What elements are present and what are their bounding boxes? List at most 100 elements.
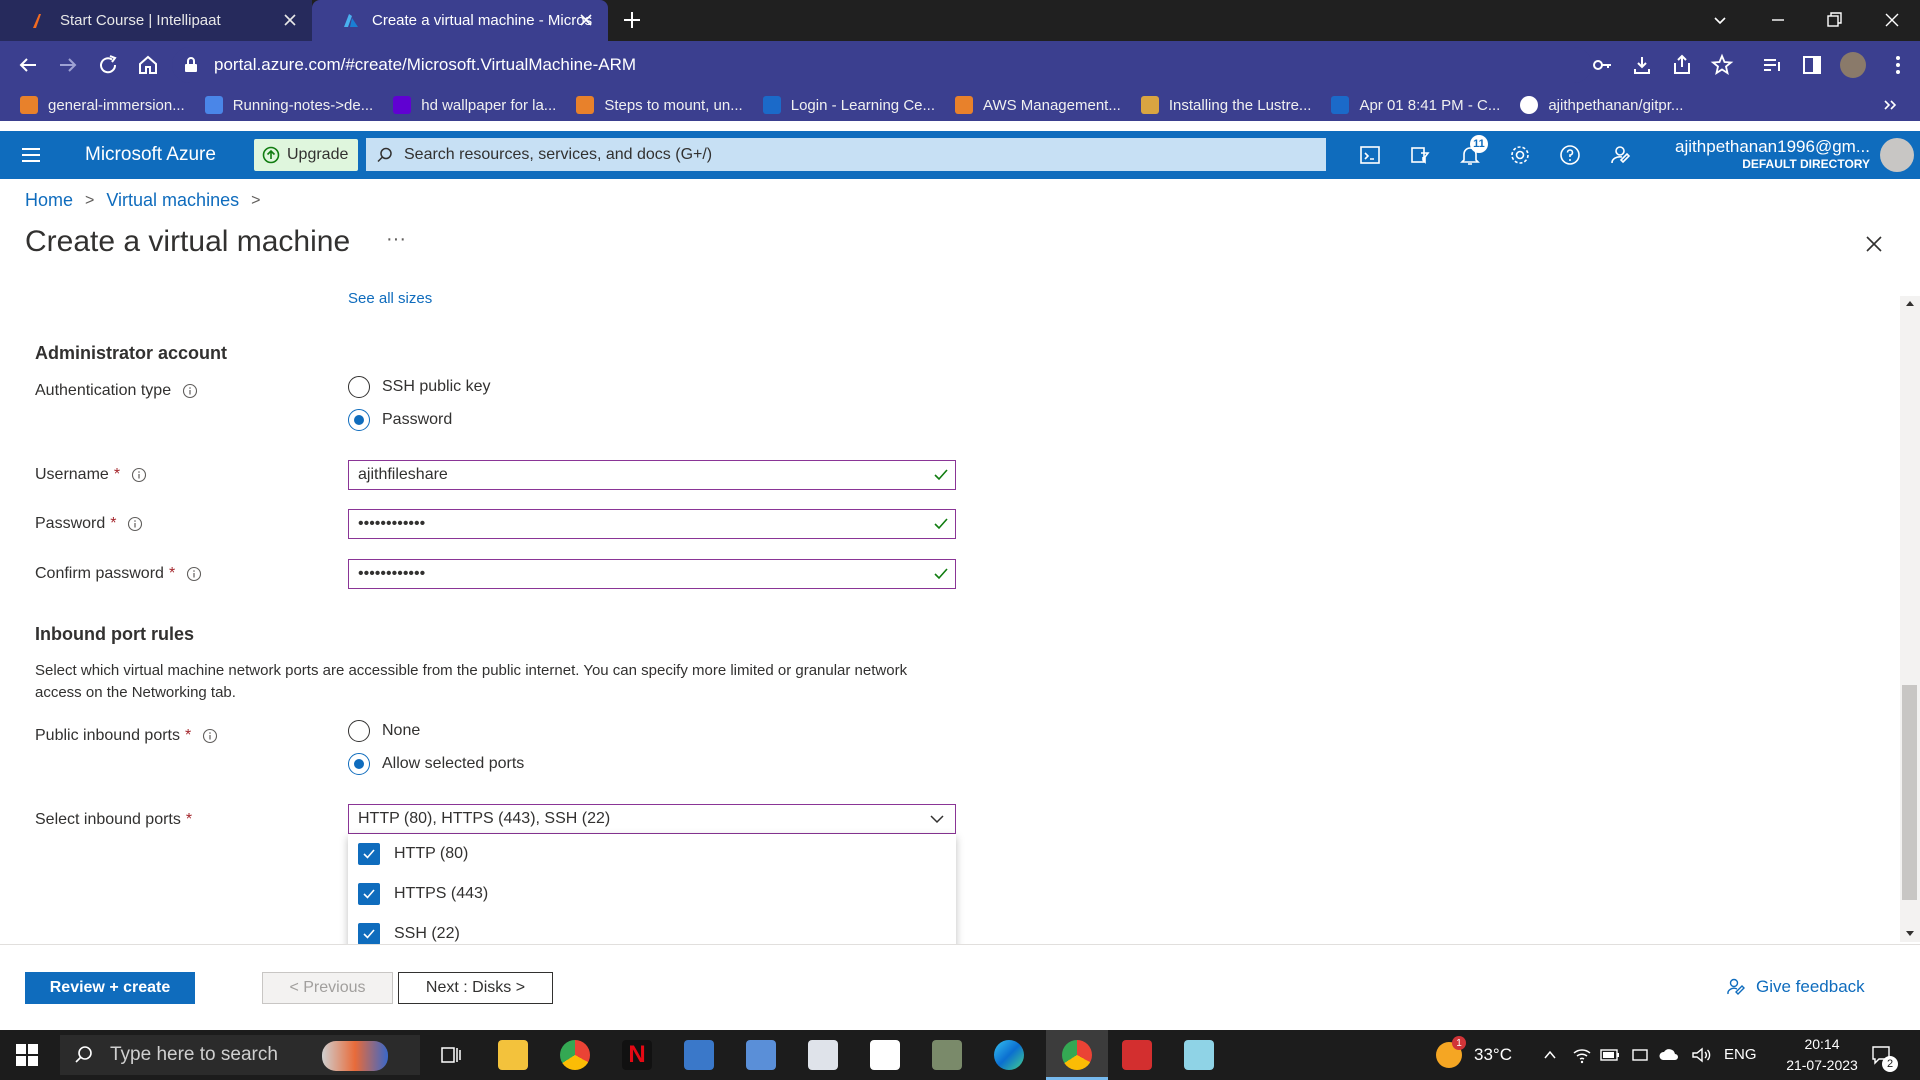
azure-brand[interactable]: Microsoft Azure	[85, 144, 216, 166]
auth-ssh-key-radio[interactable]: SSH public key	[348, 376, 491, 398]
confirm-password-field[interactable]: ••••••••••••	[348, 559, 956, 589]
give-feedback-link[interactable]: Give feedback	[1726, 977, 1865, 997]
pdf-app-icon[interactable]	[1122, 1040, 1152, 1070]
bookmark-item[interactable]: Installing the Lustre...	[1140, 96, 1311, 114]
chrome-active-icon[interactable]	[1062, 1040, 1092, 1070]
menu-kebab-icon[interactable]	[1886, 53, 1910, 77]
share-icon[interactable]	[1670, 53, 1694, 77]
back-icon[interactable]	[16, 53, 40, 77]
install-app-icon[interactable]	[1630, 53, 1654, 77]
info-icon[interactable]	[202, 728, 218, 744]
new-tab-icon[interactable]	[620, 8, 644, 32]
bookmark-item[interactable]: AWS Management...	[955, 96, 1121, 114]
forward-icon[interactable]	[56, 53, 80, 77]
bookmark-item[interactable]: ajithpethanan/gitpr...	[1520, 96, 1683, 114]
public-ports-allow-radio[interactable]: Allow selected ports	[348, 753, 524, 775]
bookmark-item[interactable]: Login - Learning Ce...	[762, 96, 935, 114]
username-field[interactable]: ajithfileshare	[348, 460, 956, 490]
clock[interactable]: 20:14 21-07-2023	[1786, 1034, 1858, 1076]
directory-filter-icon[interactable]	[1408, 143, 1432, 167]
public-ports-none-radio[interactable]: None	[348, 720, 420, 742]
checkbox-checked[interactable]	[358, 923, 380, 945]
see-all-sizes-link[interactable]: See all sizes	[348, 290, 432, 307]
info-icon[interactable]	[182, 383, 198, 399]
radio-circle[interactable]	[348, 376, 370, 398]
temperature[interactable]: 33°C	[1474, 1045, 1512, 1065]
reading-list-icon[interactable]	[1760, 53, 1784, 77]
minimize-icon[interactable]	[1766, 8, 1790, 32]
microsoft-store-icon[interactable]	[870, 1040, 900, 1070]
inbound-ports-dropdown[interactable]: HTTP (80), HTTPS (443), SSH (22)	[348, 804, 956, 834]
bookmark-item[interactable]: Apr 01 8:41 PM - C...	[1331, 96, 1500, 114]
checkbox-checked[interactable]	[358, 883, 380, 905]
previous-button[interactable]: < Previous	[262, 972, 393, 1004]
radio-circle-selected[interactable]	[348, 409, 370, 431]
restore-icon[interactable]	[1822, 8, 1846, 32]
info-icon[interactable]	[127, 516, 143, 532]
scroll-down-arrow-icon[interactable]	[1905, 930, 1915, 938]
windows-start-icon[interactable]	[16, 1044, 38, 1066]
reload-icon[interactable]	[96, 53, 120, 77]
option-https[interactable]: HTTPS (443)	[358, 883, 488, 905]
scroll-up-arrow-icon[interactable]	[1905, 299, 1915, 307]
profile-avatar[interactable]	[1840, 52, 1866, 78]
account-avatar[interactable]	[1880, 138, 1914, 172]
taskbar-search-box[interactable]: Type here to search	[60, 1035, 420, 1075]
bookmark-star-icon[interactable]	[1710, 53, 1734, 77]
cloud-shell-icon[interactable]	[1358, 143, 1382, 167]
scrollbar-thumb[interactable]	[1902, 685, 1917, 900]
netflix-icon[interactable]: N	[622, 1040, 652, 1070]
chevron-down-icon[interactable]	[929, 813, 945, 825]
radio-circle-selected[interactable]	[348, 753, 370, 775]
help-question-icon[interactable]	[1558, 143, 1582, 167]
address-bar[interactable]: portal.azure.com/#create/Microsoft.Virtu…	[172, 47, 1592, 83]
browser-tab-azure[interactable]: Create a virtual machine - Micros	[312, 0, 608, 41]
meet-now-icon[interactable]	[1630, 1045, 1650, 1065]
task-view-icon[interactable]	[436, 1040, 466, 1070]
bookmark-item[interactable]: Steps to mount, un...	[576, 96, 743, 114]
bookmark-item[interactable]: general-immersion...	[20, 96, 185, 114]
bookmark-item[interactable]: hd wallpaper for la...	[393, 96, 556, 114]
global-search-input[interactable]: Search resources, services, and docs (G+…	[366, 138, 1326, 171]
chrome-icon[interactable]	[560, 1040, 590, 1070]
language-indicator[interactable]: ENG	[1724, 1046, 1757, 1063]
bookmark-item[interactable]: Running-notes->de...	[204, 96, 373, 114]
volume-icon[interactable]	[1690, 1045, 1712, 1065]
remote-desktop-icon[interactable]	[746, 1040, 776, 1070]
close-tab-icon[interactable]	[578, 12, 594, 28]
edge-icon[interactable]	[994, 1040, 1024, 1070]
more-options-button[interactable]: ···	[386, 228, 406, 251]
account-menu[interactable]: ajithpethanan1996@gm... DEFAULT DIRECTOR…	[1675, 137, 1870, 171]
checkbox-checked[interactable]	[358, 843, 380, 865]
password-field[interactable]: ••••••••••••	[348, 509, 956, 539]
password-key-icon[interactable]	[1590, 53, 1614, 77]
radio-circle[interactable]	[348, 720, 370, 742]
breadcrumb-home[interactable]: Home	[25, 190, 73, 211]
side-panel-icon[interactable]	[1800, 53, 1824, 77]
close-blade-icon[interactable]	[1864, 234, 1884, 254]
onedrive-cloud-icon[interactable]	[1658, 1045, 1680, 1065]
upgrade-button[interactable]: Upgrade	[254, 139, 359, 171]
terminal-app-icon[interactable]	[808, 1040, 838, 1070]
browser-tab-intellipaat[interactable]: Start Course | Intellipaat	[0, 0, 312, 41]
home-icon[interactable]	[136, 53, 160, 77]
wifi-icon[interactable]	[1572, 1045, 1592, 1065]
battery-icon[interactable]	[1600, 1047, 1620, 1063]
close-window-icon[interactable]	[1880, 8, 1904, 32]
lock-icon[interactable]	[184, 57, 198, 73]
auth-password-radio[interactable]: Password	[348, 409, 452, 431]
show-hidden-icons-icon[interactable]	[1542, 1047, 1558, 1063]
network-app-icon[interactable]	[684, 1040, 714, 1070]
breadcrumb-virtual-machines[interactable]: Virtual machines	[106, 190, 239, 211]
more-bookmarks-icon[interactable]	[1882, 97, 1898, 113]
tab-search-icon[interactable]	[1708, 8, 1732, 32]
option-http[interactable]: HTTP (80)	[358, 843, 468, 865]
settings-gear-icon[interactable]	[1508, 143, 1532, 167]
review-create-button[interactable]: Review + create	[25, 972, 195, 1004]
hamburger-menu-icon[interactable]	[20, 145, 42, 165]
feedback-icon[interactable]	[1608, 143, 1632, 167]
file-explorer-icon[interactable]	[498, 1040, 528, 1070]
close-tab-icon[interactable]	[282, 12, 298, 28]
option-ssh[interactable]: SSH (22)	[358, 923, 460, 945]
snipping-tool-icon[interactable]	[932, 1040, 962, 1070]
